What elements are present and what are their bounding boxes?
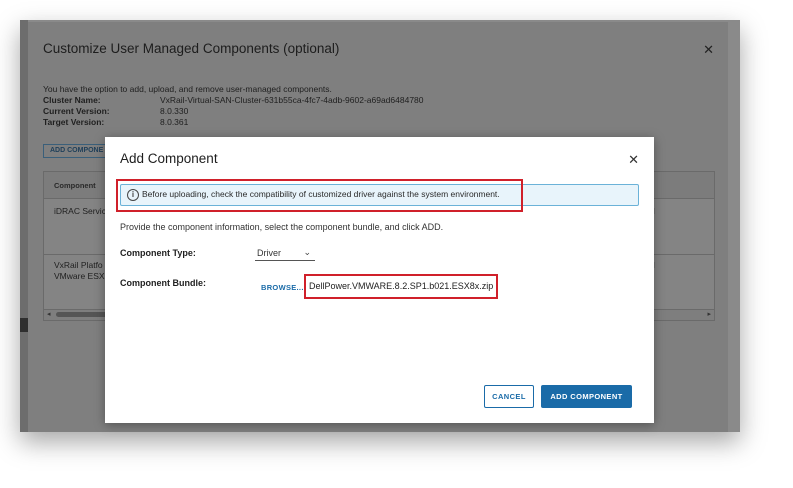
column-component: Component <box>54 181 96 190</box>
outer-dialog-title: Customize User Managed Components (optio… <box>43 41 340 56</box>
current-version-label: Current Version: <box>43 106 110 116</box>
modal-close-icon[interactable]: ✕ <box>628 152 639 168</box>
component-bundle-label: Component Bundle: <box>120 278 206 288</box>
table-cell: VMware ESX <box>54 271 105 281</box>
cluster-name-row: Cluster Name: VxRail-Virtual-SAN-Cluster… <box>43 95 424 106</box>
component-type-value: Driver <box>257 248 281 258</box>
intro-text: You have the option to add, upload, and … <box>43 84 332 94</box>
scroll-right-icon[interactable]: ▸ <box>707 310 711 318</box>
modal-title: Add Component <box>120 151 218 166</box>
filename-highlight-box <box>304 274 498 299</box>
outer-close-icon[interactable]: ✕ <box>703 42 714 58</box>
add-component-modal: Add Component ✕ i Before uploading, chec… <box>105 137 654 423</box>
chevron-down-icon: ⌄ <box>303 247 311 257</box>
target-version-label: Target Version: <box>43 117 105 127</box>
cluster-name-value: VxRail-Virtual-SAN-Cluster-631b55ca-4fc7… <box>160 95 424 105</box>
component-type-label: Component Type: <box>120 248 196 258</box>
cluster-info: You have the option to add, upload, and … <box>43 84 424 128</box>
target-version-row: Target Version: 8.0.361 <box>43 117 424 128</box>
table-cell: VxRail Platfo <box>54 260 103 270</box>
current-version-value: 8.0.330 <box>160 106 189 116</box>
cancel-button[interactable]: CANCEL <box>484 385 534 408</box>
cluster-name-label: Cluster Name: <box>43 95 101 105</box>
browse-button[interactable]: BROWSE... <box>261 283 304 292</box>
scroll-left-icon[interactable]: ◂ <box>47 310 51 318</box>
target-version-value: 8.0.361 <box>160 117 189 127</box>
table-cell: iDRAC Servic <box>54 206 106 216</box>
current-version-row: Current Version: 8.0.330 <box>43 106 424 117</box>
background-dark-bar <box>20 318 28 332</box>
alert-highlight-box <box>116 179 523 212</box>
add-component-button[interactable]: ADD COMPONENT <box>541 385 632 408</box>
background-left-strip <box>20 20 28 432</box>
component-type-select[interactable]: Driver ⌄ <box>255 246 315 261</box>
modal-description: Provide the component information, selec… <box>120 222 444 232</box>
